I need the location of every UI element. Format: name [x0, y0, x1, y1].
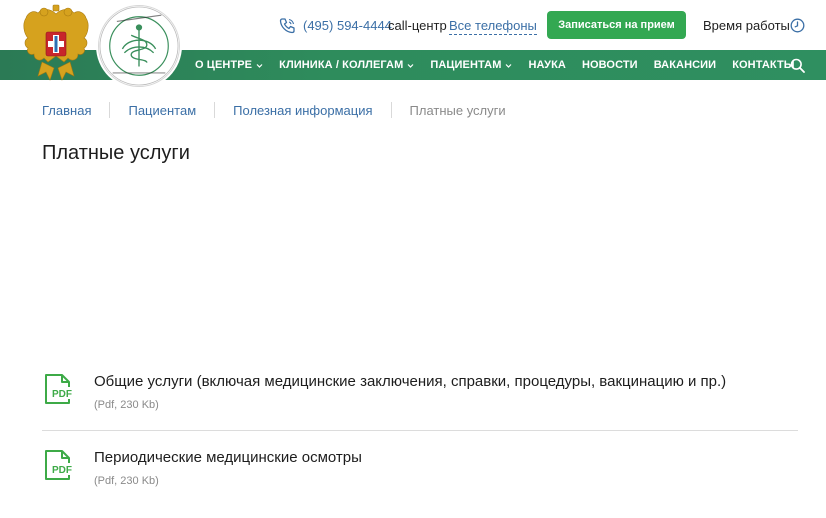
nav-item-news[interactable]: НОВОСТИ: [582, 50, 638, 80]
document-title[interactable]: Общие услуги (включая медицинские заключ…: [94, 373, 726, 391]
breadcrumb: Главная Пациентам Полезная информация Пл…: [42, 102, 506, 118]
nav-item-label: КОНТАКТЫ: [732, 59, 795, 71]
nav-item-clinic[interactable]: КЛИНИКА / КОЛЛЕГАМ: [279, 50, 414, 80]
phone-number-link[interactable]: (495) 594-4444: [303, 17, 392, 34]
document-divider: [42, 430, 798, 431]
book-appointment-button[interactable]: Записаться на прием: [547, 11, 686, 39]
clock-icon[interactable]: [790, 18, 805, 33]
pdf-icon-label: PDF: [52, 465, 72, 476]
search-icon[interactable]: [790, 58, 805, 73]
nav-item-label: КЛИНИКА / КОЛЛЕГАМ: [279, 59, 404, 71]
pdf-icon[interactable]: PDF: [42, 449, 74, 481]
page-title: Платные услуги: [42, 142, 190, 164]
all-phones-link[interactable]: Все телефоны: [449, 17, 537, 35]
phone-icon: [279, 18, 295, 34]
breadcrumb-patients[interactable]: Пациентам: [128, 103, 196, 118]
breadcrumb-divider: [214, 102, 216, 118]
main-menu: О ЦЕНТРЕ КЛИНИКА / КОЛЛЕГАМ ПАЦИЕНТАМ НА…: [195, 50, 795, 80]
document-item[interactable]: PDF Периодические медицинские осмотры (P…: [42, 449, 798, 499]
nav-item-science[interactable]: НАУКА: [528, 50, 565, 80]
nav-item-label: НАУКА: [528, 59, 566, 71]
pdf-icon-label: PDF: [52, 389, 72, 400]
breadcrumb-divider: [109, 102, 111, 118]
nav-item-about[interactable]: О ЦЕНТРЕ: [195, 50, 263, 80]
nav-item-contacts[interactable]: КОНТАКТЫ: [732, 50, 794, 80]
breadcrumb-useful-info[interactable]: Полезная информация: [233, 103, 372, 118]
work-time-link[interactable]: Время работы: [703, 17, 790, 34]
document-meta: (Pdf, 230 Kb): [94, 475, 159, 487]
document-meta: (Pdf, 230 Kb): [94, 399, 159, 411]
nav-item-label: ВАКАНСИИ: [653, 59, 717, 71]
chevron-down-icon: [506, 63, 512, 68]
nav-item-patients[interactable]: ПАЦИЕНТАМ: [430, 50, 512, 80]
callcenter-label: call-центр: [388, 18, 447, 33]
nav-item-vacancies[interactable]: ВАКАНСИИ: [654, 50, 717, 80]
breadcrumb-current: Платные услуги: [409, 102, 506, 118]
breadcrumb-home[interactable]: Главная: [42, 103, 91, 118]
document-item[interactable]: PDF Общие услуги (включая медицинские за…: [42, 373, 798, 423]
chevron-down-icon: [256, 63, 263, 68]
breadcrumb-divider: [390, 102, 392, 118]
coat-of-arms-icon[interactable]: [20, 4, 92, 84]
document-title[interactable]: Периодические медицинские осмотры: [94, 449, 362, 467]
pdf-icon[interactable]: PDF: [42, 373, 74, 405]
nav-item-label: ПАЦИЕНТАМ: [430, 59, 502, 71]
nav-item-label: О ЦЕНТРЕ: [195, 59, 253, 71]
chevron-down-icon: [407, 63, 414, 68]
nav-item-label: НОВОСТИ: [581, 59, 638, 71]
clinic-logo[interactable]: [98, 5, 180, 87]
